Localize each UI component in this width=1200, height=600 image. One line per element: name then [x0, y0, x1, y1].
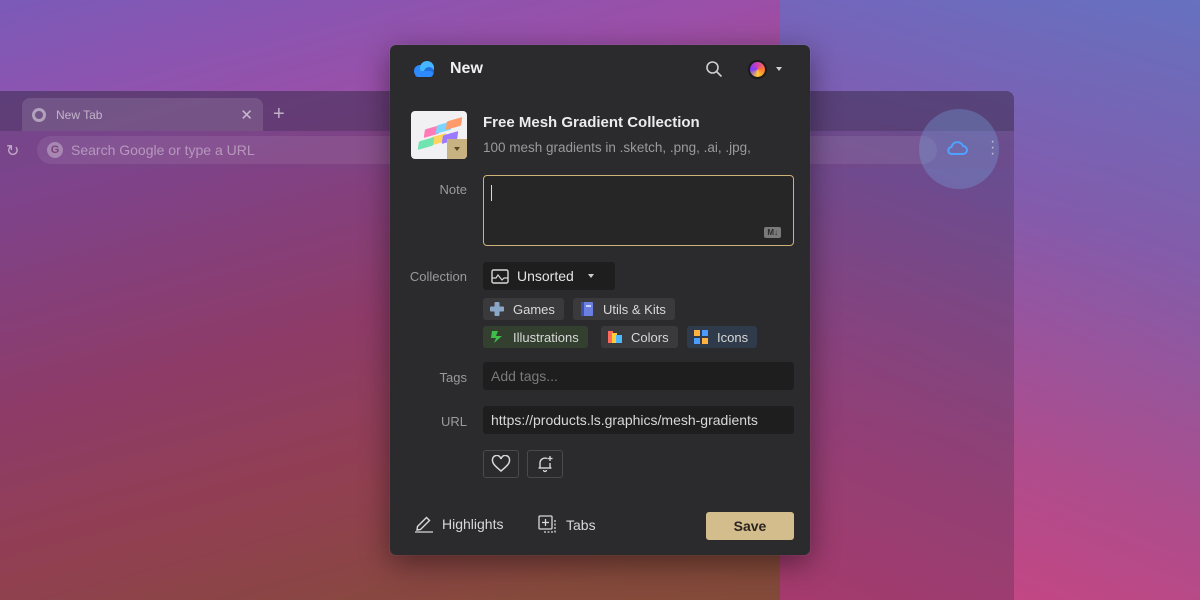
chip-label: Icons	[717, 329, 749, 345]
chip-label: Utils & Kits	[603, 301, 666, 317]
puzzle-icon	[491, 331, 502, 343]
popup-header: New	[390, 45, 810, 95]
save-bookmark-popup: New Free Mesh Gradient Collection 100 me…	[390, 45, 810, 555]
search-icon[interactable]	[705, 60, 723, 78]
avatar[interactable]	[748, 60, 767, 79]
chevron-down-icon[interactable]	[776, 67, 782, 71]
google-icon: G	[47, 142, 63, 158]
collection-selected-label: Unsorted	[517, 268, 574, 284]
url-input[interactable]	[483, 406, 794, 434]
tab-new-tab[interactable]: New Tab ✕	[22, 98, 263, 131]
markdown-icon: M↓	[764, 227, 781, 238]
note-label: Note	[439, 182, 467, 197]
tags-input[interactable]	[483, 362, 794, 390]
chevron-down-icon	[587, 274, 594, 278]
collection-chip-colors[interactable]: Colors	[601, 326, 678, 348]
popup-title: New	[450, 60, 483, 77]
highlights-label: Highlights	[442, 516, 504, 532]
collection-chip-games[interactable]: Games	[483, 298, 564, 320]
kebab-menu-icon[interactable]: · · ·	[990, 134, 995, 162]
collection-chip-utils-kits[interactable]: Utils & Kits	[573, 298, 675, 320]
collection-label: Collection	[409, 269, 467, 284]
plus-cross-icon	[490, 302, 504, 316]
raindrop-cloud-icon[interactable]	[946, 139, 968, 157]
item-description[interactable]: 100 mesh gradients in .sketch, .png, .ai…	[483, 140, 783, 155]
thumbnail-dropdown[interactable]	[447, 139, 467, 159]
url-label: URL	[440, 414, 467, 429]
item-thumbnail[interactable]	[411, 111, 467, 159]
highlights-button[interactable]: Highlights	[414, 515, 503, 533]
reminder-button[interactable]	[527, 450, 563, 478]
tab-title: New Tab	[56, 107, 103, 122]
add-tabs-icon	[538, 515, 556, 533]
grid-icon	[694, 330, 708, 344]
chrome-icon	[32, 107, 46, 122]
chip-label: Games	[513, 301, 555, 317]
item-title[interactable]: Free Mesh Gradient Collection	[483, 114, 700, 131]
collection-chip-icons[interactable]: Icons	[687, 326, 758, 348]
tabs-label: Tabs	[566, 517, 596, 533]
bell-plus-icon	[538, 456, 553, 473]
favorite-button[interactable]	[483, 450, 519, 478]
raindrop-logo-icon	[414, 61, 434, 77]
chip-label: Illustrations	[513, 329, 579, 345]
inbox-icon	[491, 268, 509, 284]
collection-chip-illustrations[interactable]: Illustrations	[483, 326, 588, 348]
tags-label: Tags	[439, 370, 467, 385]
note-textarea[interactable]: M↓	[483, 175, 794, 246]
pencil-icon	[415, 516, 433, 533]
book-icon	[581, 302, 593, 316]
reload-icon[interactable]: ↻	[6, 141, 19, 161]
tabs-button[interactable]: Tabs	[538, 515, 596, 535]
heart-icon	[491, 455, 511, 472]
palette-icon	[608, 331, 622, 343]
omnibox-placeholder: Search Google or type a URL	[71, 142, 255, 158]
chip-label: Colors	[631, 329, 669, 345]
text-cursor	[491, 185, 492, 201]
save-button[interactable]: Save	[706, 512, 794, 540]
close-icon[interactable]: ✕	[240, 106, 253, 124]
new-tab-plus-icon[interactable]: +	[273, 103, 285, 126]
collection-select[interactable]: Unsorted	[483, 262, 615, 290]
